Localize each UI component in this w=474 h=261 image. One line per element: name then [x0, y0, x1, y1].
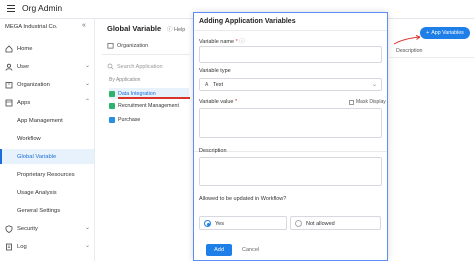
- allowed-update-label: Allowed to be updated in Workflow?: [199, 196, 287, 202]
- chevron-down-icon: ⌄: [84, 81, 90, 87]
- description-column-header: Description: [396, 48, 423, 54]
- company-name: MEGA Industrial Co.: [5, 24, 58, 30]
- search-application-input[interactable]: Search Application: [107, 63, 163, 70]
- organization-icon: [5, 81, 13, 89]
- radio-yes-label: Yes: [215, 220, 224, 227]
- plus-icon: +: [426, 30, 430, 36]
- chevron-down-icon: ⌄: [84, 243, 90, 249]
- add-app-variables-button[interactable]: + App Variables: [420, 27, 470, 39]
- divider: [102, 54, 190, 55]
- shield-icon: [5, 224, 13, 233]
- add-button[interactable]: Add: [206, 244, 232, 256]
- by-application-label: By Application: [109, 77, 141, 83]
- help-icon: ⓘ: [167, 27, 173, 33]
- variable-value-textarea[interactable]: [199, 108, 382, 138]
- add-variable-dialog: Adding Application Variables Variable na…: [193, 12, 388, 261]
- sidebar-item-label: Proprietary Resources: [17, 171, 75, 178]
- radio-yes[interactable]: Yes: [204, 220, 224, 227]
- sidebar-item-global-variable[interactable]: Global Variable: [0, 149, 94, 164]
- chevron-down-icon: ⌄: [84, 225, 90, 231]
- variable-value-label: Variable value *: [199, 99, 237, 105]
- organization-label: Organization: [117, 42, 149, 49]
- required-marker: *: [234, 99, 238, 105]
- sidebar-item-user[interactable]: User ⌄: [0, 59, 94, 74]
- collapse-sidebar-icon[interactable]: «: [82, 22, 86, 29]
- app-item-recruitment-management[interactable]: Recruitment Management: [109, 100, 189, 111]
- help-label: Help: [174, 27, 186, 33]
- sidebar-item-apps[interactable]: Apps ⌃: [0, 95, 94, 110]
- sidebar-item-label: General Settings: [17, 207, 61, 214]
- dialog-title: Adding Application Variables: [199, 18, 296, 25]
- description-label: Description: [199, 148, 227, 154]
- sidebar-item-workflow[interactable]: Workflow: [0, 131, 94, 146]
- required-marker: *: [235, 39, 238, 45]
- sidebar-item-organization[interactable]: Organization ⌄: [0, 77, 94, 92]
- sidebar-item-label: Workflow: [17, 135, 41, 142]
- radio-not-allowed[interactable]: Not allowed: [295, 220, 335, 227]
- global-variable-panel: Global Variable ⓘ Help Organization Sear…: [97, 19, 191, 261]
- variable-value-label-text: Variable value: [199, 99, 234, 105]
- apps-icon: [5, 99, 13, 107]
- organization-icon: [107, 42, 114, 49]
- sidebar-item-proprietary-resources[interactable]: Proprietary Resources: [0, 167, 94, 182]
- mask-display-label: Mask Display: [356, 99, 386, 105]
- sidebar-item-general-settings[interactable]: General Settings: [0, 203, 94, 218]
- variable-type-value: Text: [213, 82, 224, 88]
- user-icon: [5, 63, 13, 71]
- chevron-down-icon: ⌄: [371, 82, 377, 88]
- app-item-label: Recruitment Management: [118, 102, 179, 109]
- sidebar-item-log[interactable]: Log ⌄: [0, 239, 94, 254]
- app-item-purchase[interactable]: Purchase: [109, 114, 189, 125]
- sidebar-item-usage-analysis[interactable]: Usage Analysis: [0, 185, 94, 200]
- radio-not-allowed-label: Not allowed: [306, 220, 335, 227]
- cancel-button[interactable]: Cancel: [242, 247, 259, 253]
- variable-name-label: Variable name * ⓘ: [199, 37, 245, 45]
- mask-display-checkbox[interactable]: Mask Display: [349, 99, 386, 105]
- help-link[interactable]: ⓘ Help: [167, 25, 185, 33]
- radio-selected-icon: [204, 220, 211, 227]
- sidebar-item-label: Security: [17, 225, 38, 232]
- description-textarea[interactable]: [199, 157, 382, 186]
- info-icon: ⓘ: [239, 39, 245, 45]
- page-title: Global Variable: [107, 24, 162, 33]
- sidebar-item-label: Apps: [17, 99, 31, 106]
- sidebar-item-label: App Management: [17, 117, 63, 124]
- variable-type-label: Variable type: [199, 68, 231, 74]
- sidebar-item-label: Global Variable: [17, 153, 57, 160]
- app-item-label: Data Integration: [118, 90, 156, 97]
- organization-item[interactable]: Organization: [107, 42, 148, 49]
- radio-unselected-icon: [295, 220, 302, 227]
- add-app-variables-label: App Variables: [431, 30, 464, 36]
- app-icon: [109, 102, 115, 109]
- variable-name-label-text: Variable name: [199, 39, 235, 45]
- annotation-arrow-icon: [393, 35, 421, 45]
- sidebar: MEGA Industrial Co. « Home User ⌄ Organi…: [0, 19, 95, 261]
- sidebar-item-app-management[interactable]: App Management: [0, 113, 94, 128]
- app-item-label: Purchase: [118, 116, 141, 123]
- sidebar-item-home[interactable]: Home: [0, 41, 94, 56]
- sidebar-item-label: Log: [17, 243, 27, 250]
- table-divider: [390, 57, 474, 58]
- text-type-icon: A: [205, 82, 209, 88]
- divider: [194, 30, 387, 31]
- menu-icon[interactable]: [7, 5, 15, 12]
- chevron-up-icon: ⌃: [84, 99, 90, 105]
- chevron-down-icon: ⌄: [84, 63, 90, 69]
- app-icon: [109, 116, 115, 123]
- app-icon: [109, 90, 115, 97]
- sidebar-item-label: User: [17, 63, 30, 70]
- sidebar-item-label: Organization: [17, 81, 50, 88]
- highlight-underline: [118, 97, 190, 99]
- checkbox-icon: [349, 99, 354, 105]
- search-placeholder: Search Application: [117, 63, 163, 70]
- sidebar-item-label: Home: [17, 45, 33, 52]
- home-icon: [5, 44, 13, 53]
- log-icon: [5, 243, 13, 251]
- search-icon: [107, 63, 114, 70]
- variable-type-select[interactable]: A Text ⌄: [199, 78, 382, 91]
- sidebar-item-security[interactable]: Security ⌄: [0, 221, 94, 236]
- sidebar-item-label: Usage Analysis: [17, 189, 57, 196]
- variable-name-input[interactable]: [199, 46, 382, 63]
- app-title: Org Admin: [22, 3, 63, 13]
